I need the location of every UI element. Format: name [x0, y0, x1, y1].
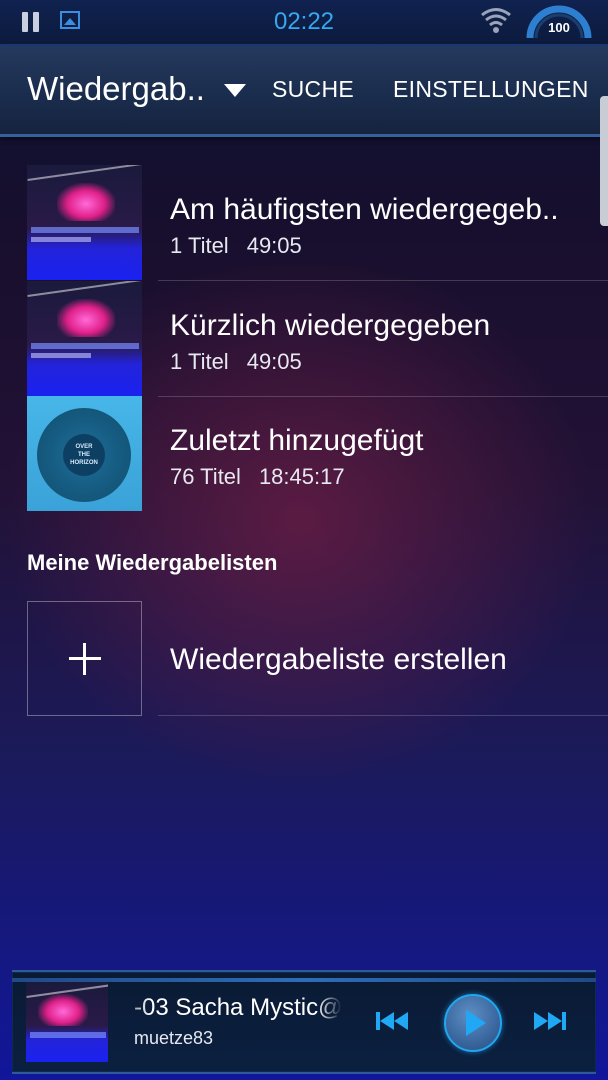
- playlist-meta: 1 Titel 49:05: [170, 349, 302, 375]
- battery-level: 100: [548, 20, 570, 35]
- playlist-duration: 49:05: [246, 233, 302, 258]
- playlist-row-most-played[interactable]: Am häufigsten wiedergegeb.. 1 Titel 49:05: [0, 165, 608, 281]
- status-time: 02:22: [273, 8, 335, 35]
- settings-button[interactable]: EINSTELLUNGEN: [393, 76, 589, 103]
- create-playlist-button[interactable]: [27, 601, 142, 716]
- playlist-row-recently-added[interactable]: OVER THE HORIZON Zuletzt hinzugefügt 76 …: [0, 396, 608, 512]
- playlist-title: Am häufigsten wiedergegeb..: [170, 193, 559, 226]
- track-count: 76 Titel: [170, 464, 241, 489]
- now-playing-title: -03 Sacha Mystic@: [134, 994, 342, 1021]
- track-count: 1 Titel: [170, 233, 229, 258]
- status-bar: 02:22 100: [0, 0, 608, 46]
- playlist-duration: 49:05: [246, 349, 302, 374]
- search-button[interactable]: SUCHE: [272, 76, 354, 103]
- play-button[interactable]: [444, 994, 502, 1052]
- divider: [158, 715, 608, 716]
- section-heading: Meine Wiedergabelisten: [27, 550, 278, 575]
- now-playing-artist: muetze83: [134, 1028, 214, 1048]
- playlist-meta: 1 Titel 49:05: [170, 233, 302, 259]
- action-bar: Wiedergab.. SUCHE EINSTELLUNGEN: [0, 46, 608, 137]
- next-icon[interactable]: [532, 1010, 566, 1032]
- vinyl-label: OVER THE HORIZON: [63, 434, 105, 476]
- dropdown-caret-icon[interactable]: [224, 84, 246, 97]
- track-count: 1 Titel: [170, 349, 229, 374]
- album-art: OVER THE HORIZON: [27, 396, 142, 511]
- view-selector-title[interactable]: Wiedergab..: [27, 70, 205, 108]
- now-playing-art[interactable]: [26, 982, 108, 1062]
- playlist-meta: 76 Titel 18:45:17: [170, 464, 345, 490]
- album-art: [27, 165, 142, 280]
- playlist-duration: 18:45:17: [258, 464, 345, 489]
- previous-icon[interactable]: [376, 1010, 410, 1032]
- create-playlist-label[interactable]: Wiedergabeliste erstellen: [170, 643, 507, 677]
- playlist-title: Zuletzt hinzugefügt: [170, 424, 424, 457]
- wifi-icon: [481, 8, 511, 33]
- playlist-row-recently-played[interactable]: Kürzlich wiedergegeben 1 Titel 49:05: [0, 281, 608, 397]
- mini-player[interactable]: -03 Sacha Mystic@ muetze83: [12, 970, 596, 1074]
- playlist-title: Kürzlich wiedergegeben: [170, 309, 491, 342]
- album-art: [27, 281, 142, 396]
